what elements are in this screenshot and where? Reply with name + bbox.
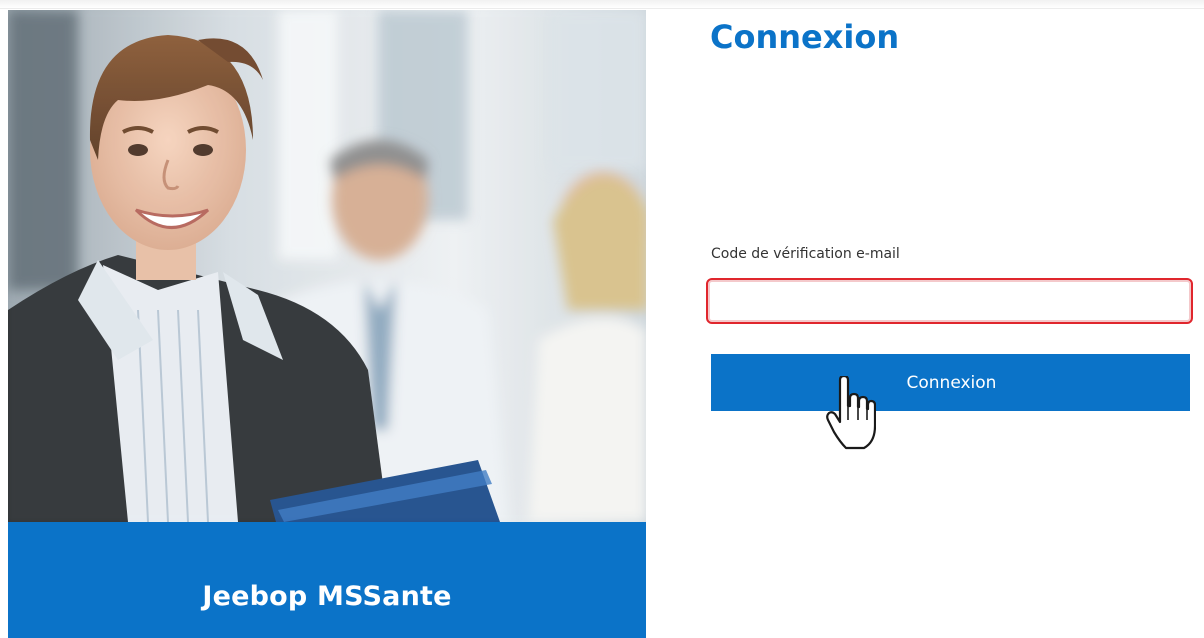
login-form: Connexion Code de vérification e-mail Co… bbox=[700, 10, 1204, 638]
brand-banner: Jeebop MSSante bbox=[8, 522, 646, 638]
top-divider bbox=[0, 0, 1204, 9]
hero-panel: Jeebop MSSante bbox=[8, 10, 646, 638]
login-page: Jeebop MSSante Connexion Code de vérific… bbox=[0, 0, 1204, 638]
page-title: Connexion bbox=[710, 18, 900, 56]
connexion-button-label: Connexion bbox=[906, 372, 997, 393]
hand-pointer-icon bbox=[826, 376, 876, 450]
connexion-button[interactable]: Connexion bbox=[711, 354, 1190, 411]
brand-name: Jeebop MSSante bbox=[202, 580, 452, 612]
code-field-label: Code de vérification e-mail bbox=[711, 246, 900, 262]
verification-code-input[interactable] bbox=[706, 278, 1193, 324]
hero-photo bbox=[8, 10, 646, 522]
